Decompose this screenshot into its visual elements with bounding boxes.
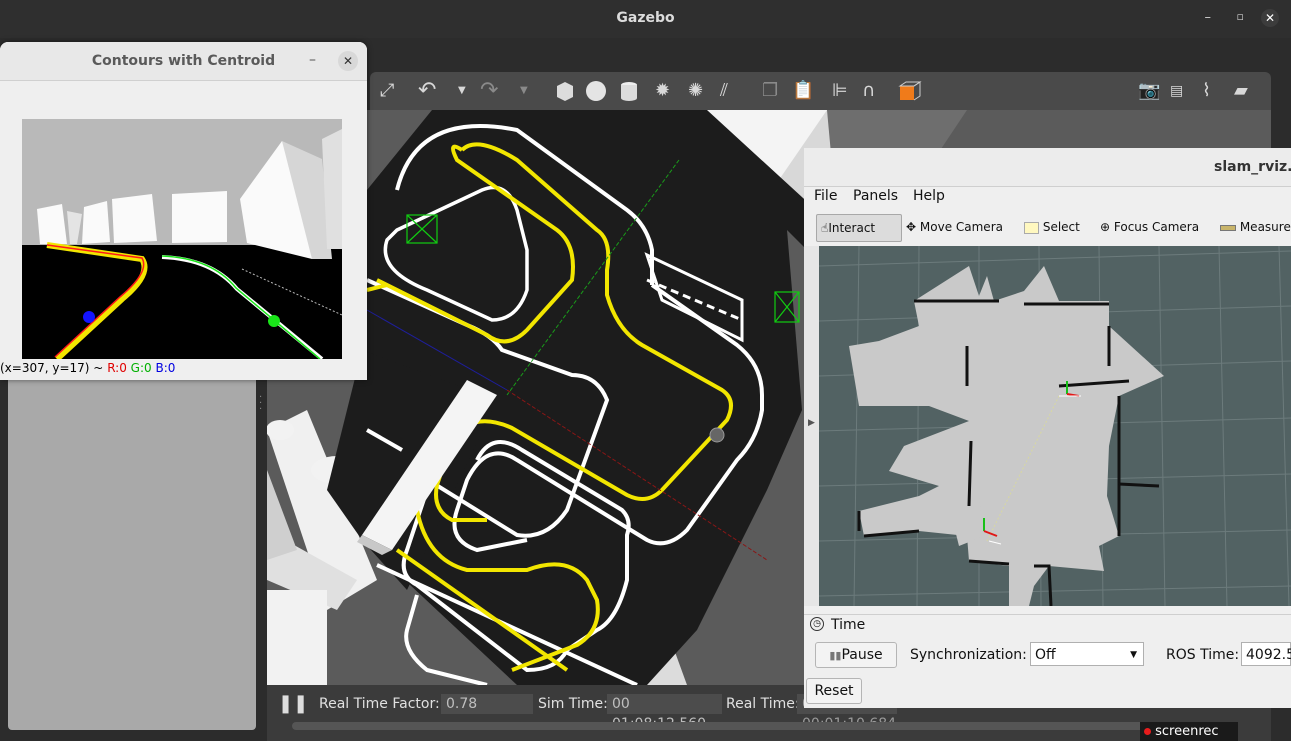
tool-interact-label: Interact	[828, 221, 876, 235]
left-centroid-marker	[83, 311, 95, 323]
directional-light-icon[interactable]: ⫽	[720, 80, 728, 102]
ros-time-field[interactable]: 4092.55	[1241, 642, 1291, 666]
select-icon	[1024, 221, 1039, 234]
contours-window-titlebar: Contours with Centroid – ✕	[0, 42, 367, 81]
rviz-3d-view[interactable]	[819, 246, 1291, 606]
ros-time-label: ROS Time:	[1166, 647, 1240, 663]
gazebo-titlebar: Gazebo – ▫ ✕	[0, 0, 1291, 38]
panel-resize-handle[interactable]: · · ·	[259, 393, 263, 415]
real-time-label: Real Time:	[726, 696, 800, 712]
rviz-window: slam_rviz.rviz File Panels Help ☝Interac…	[804, 148, 1291, 708]
play-pause-button[interactable]: ❚❚	[278, 693, 308, 714]
minimize-button[interactable]: –	[1205, 10, 1212, 25]
point-light-icon[interactable]: ✹	[655, 80, 670, 102]
collapse-arrow-icon: ▶	[808, 418, 815, 428]
timeline-scrollbar[interactable]	[292, 722, 1187, 730]
tool-measure[interactable]: Measure	[1220, 214, 1291, 240]
sim-time-label: Sim Time:	[538, 696, 608, 712]
undo-icon[interactable]: ↶	[418, 80, 436, 102]
tool-measure-label: Measure	[1239, 220, 1291, 234]
clock-icon: ◷	[810, 617, 824, 631]
redo-dropdown-icon[interactable]: ▼	[520, 80, 528, 102]
ruler-icon	[1220, 224, 1236, 231]
cylinder-shape-icon[interactable]	[618, 80, 640, 108]
paste-icon[interactable]: 📋	[792, 80, 814, 102]
window-title: Gazebo	[616, 10, 675, 26]
undo-dropdown-icon[interactable]: ▼	[458, 80, 466, 102]
sync-select[interactable]: Off ▼	[1030, 642, 1144, 666]
time-panel-header: ◷ Time	[804, 614, 1291, 637]
chevron-down-icon: ▼	[1130, 650, 1137, 660]
fullscreen-icon[interactable]: ⤢	[380, 80, 394, 102]
tool-select-label: Select	[1042, 220, 1080, 234]
close-button[interactable]: ✕	[1261, 9, 1279, 27]
time-panel-title: Time	[831, 617, 866, 633]
time-panel: ▮▮Pause Synchronization: Off ▼ ROS Time:…	[804, 636, 1291, 708]
menu-file[interactable]: File	[814, 188, 837, 204]
menu-panels[interactable]: Panels	[853, 188, 898, 204]
pixel-green-value: G:0	[130, 361, 152, 375]
screenrec-watermark: screenrec	[1140, 722, 1238, 741]
tool-focus-camera[interactable]: ⊕ Focus Camera	[1100, 214, 1199, 240]
focus-camera-icon: ⊕	[1100, 220, 1111, 234]
pause-button-label: Pause	[841, 647, 883, 663]
contours-close-button[interactable]: ✕	[338, 51, 358, 71]
maximize-button[interactable]: ▫	[1237, 10, 1244, 23]
rviz-side-collapse[interactable]: ▶	[804, 246, 819, 606]
rviz-titlebar: slam_rviz.rviz	[804, 148, 1291, 187]
contours-window: Contours with Centroid – ✕ (x=307, y=17)…	[0, 42, 367, 380]
magnet-icon[interactable]: ∩	[862, 80, 875, 102]
pixel-red-value: R:0	[107, 361, 127, 375]
pixel-coords: (x=307, y=17) ~	[0, 361, 104, 375]
right-centroid-marker	[268, 315, 280, 327]
screenrec-label: screenrec	[1155, 724, 1219, 739]
sync-select-value: Off	[1035, 647, 1056, 663]
real-time-factor-label: Real Time Factor:	[319, 696, 440, 712]
record-dot-icon	[1144, 728, 1151, 735]
real-time-factor-value: 0.78	[441, 694, 533, 714]
sphere-shape-icon[interactable]	[585, 80, 607, 108]
sim-time-value: 00 01:08:12.560	[607, 694, 722, 732]
tool-select[interactable]: Select	[1024, 214, 1080, 240]
pixel-status: (x=307, y=17) ~ R:0 G:0 B:0	[0, 361, 367, 375]
pause-icon: ▮▮	[829, 649, 842, 662]
rviz-toolbar: ☝Interact ✥ Move Camera Select ⊕ Focus C…	[804, 210, 1291, 244]
pixel-blue-value: B:0	[155, 361, 176, 375]
spot-light-icon[interactable]: ✺	[688, 80, 703, 102]
rviz-menubar: File Panels Help	[804, 186, 1291, 208]
sync-label: Synchronization:	[910, 647, 1027, 663]
tool-interact[interactable]: ☝Interact	[816, 214, 902, 242]
camera-image[interactable]	[22, 119, 342, 359]
gazebo-toolbar: ⤢ ↶ ▼ ↷ ▼ ✹ ✺ ⫽ ❐ 📋 ⊫ ∩ 📷 ▤ ⌇ ▰	[370, 72, 1271, 110]
align-icon[interactable]: ⊫	[832, 80, 848, 102]
gazebo-left-panel[interactable]	[8, 380, 256, 730]
box-shape-icon[interactable]	[553, 80, 575, 108]
contours-minimize-button[interactable]: –	[309, 52, 316, 68]
move-camera-icon: ✥	[906, 220, 917, 234]
tool-move-camera-label: Move Camera	[919, 220, 1003, 234]
pause-button[interactable]: ▮▮Pause	[815, 642, 897, 668]
view-angle-icon[interactable]	[898, 80, 924, 108]
menu-help[interactable]: Help	[913, 188, 945, 204]
log-icon[interactable]: ▤	[1170, 80, 1183, 102]
video-record-icon[interactable]: ▰	[1234, 80, 1248, 102]
reset-button[interactable]: Reset	[806, 678, 862, 704]
screenshot-icon[interactable]: 📷	[1138, 80, 1160, 102]
tool-move-camera[interactable]: ✥ Move Camera	[906, 214, 1003, 240]
rviz-window-title: slam_rviz.rviz	[1214, 159, 1291, 175]
copy-icon[interactable]: ❐	[762, 80, 778, 102]
tool-focus-camera-label: Focus Camera	[1113, 220, 1200, 234]
redo-icon[interactable]: ↷	[480, 80, 498, 102]
plot-icon[interactable]: ⌇	[1202, 80, 1211, 102]
